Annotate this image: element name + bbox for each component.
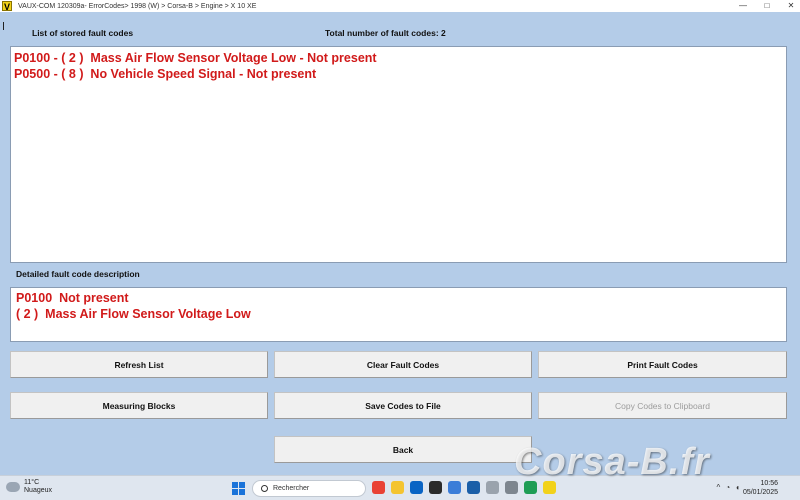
back-button[interactable]: Back	[274, 436, 532, 463]
close-button[interactable]: ✕	[786, 0, 796, 12]
taskbar-clock[interactable]: 10:56 05/01/2025	[743, 479, 778, 497]
file-explorer-icon[interactable]	[391, 481, 404, 494]
taskbar-search[interactable]: Rechercher	[252, 480, 366, 497]
fault-count-label: Total number of fault codes:	[325, 28, 439, 38]
fault-codes-list[interactable]: P0100 - ( 2 ) Mass Air Flow Sensor Volta…	[10, 46, 787, 263]
weather-condition: Nuageux	[24, 487, 53, 494]
copy-codes-button: Copy Codes to Clipboard	[538, 392, 787, 419]
text-cursor	[3, 22, 4, 30]
title-bar: V VAUX-COM 120309a- ErrorCodes> 1998 (W)…	[0, 0, 800, 12]
measuring-blocks-button[interactable]: Measuring Blocks	[10, 392, 268, 419]
clear-fault-codes-button[interactable]: Clear Fault Codes	[274, 351, 532, 378]
cloud-icon	[6, 482, 20, 492]
app-l-icon[interactable]	[467, 481, 480, 494]
refresh-list-button[interactable]: Refresh List	[10, 351, 268, 378]
fault-code-item[interactable]: P0100 - ( 2 ) Mass Air Flow Sensor Volta…	[14, 50, 783, 66]
fault-list-heading: List of stored fault codes	[32, 28, 134, 38]
vauxcom-logo-icon: V	[2, 1, 12, 12]
store-icon[interactable]	[448, 481, 461, 494]
fault-count-value: 2	[441, 28, 446, 38]
maximize-button[interactable]: □	[762, 0, 772, 12]
outlook-icon[interactable]	[410, 481, 423, 494]
weather-temperature: 11°C	[24, 479, 40, 486]
detail-heading: Detailed fault code description	[16, 269, 140, 279]
search-icon	[261, 485, 268, 492]
wifi-icon[interactable]: ◔	[725, 483, 730, 492]
window-title: VAUX-COM 120309a- ErrorCodes> 1998 (W) >…	[18, 2, 257, 10]
clock-time: 10:56	[760, 480, 778, 487]
weather-widget[interactable]: 11°C Nuageux	[6, 479, 52, 495]
clock-date: 05/01/2025	[742, 489, 778, 496]
detail-line: ( 2 ) Mass Air Flow Sensor Voltage Low	[16, 307, 251, 321]
print-fault-codes-button[interactable]: Print Fault Codes	[538, 351, 787, 378]
fault-code-item[interactable]: P0500 - ( 8 ) No Vehicle Speed Signal - …	[14, 66, 783, 82]
chevron-up-icon[interactable]: ^	[717, 483, 721, 492]
save-codes-button[interactable]: Save Codes to File	[274, 392, 532, 419]
volume-icon[interactable]: ◖	[735, 483, 740, 492]
fault-count: Total number of fault codes: 2	[325, 28, 446, 38]
minimize-button[interactable]: —	[738, 0, 748, 12]
search-placeholder: Rechercher	[273, 485, 310, 492]
system-tray[interactable]: ^ ◔ ◖	[717, 483, 740, 492]
site-watermark: Corsa-B.fr	[514, 441, 710, 483]
chrome-icon[interactable]	[372, 481, 385, 494]
app-gray-icon[interactable]	[486, 481, 499, 494]
windows-start-icon[interactable]	[232, 482, 245, 495]
photos-icon[interactable]	[429, 481, 442, 494]
vauxcom-window: V VAUX-COM 120309a- ErrorCodes> 1998 (W)…	[0, 0, 800, 500]
fault-detail-box[interactable]: P0100 Not present ( 2 ) Mass Air Flow Se…	[10, 287, 787, 342]
detail-line: P0100 Not present	[16, 291, 129, 305]
